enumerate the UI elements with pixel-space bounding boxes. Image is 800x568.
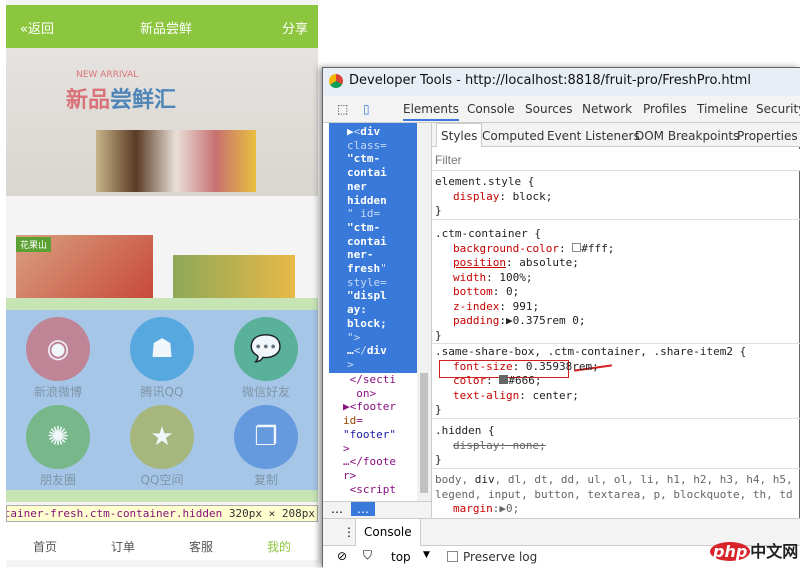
tab-home[interactable]: 首页 xyxy=(6,538,84,555)
share-moments[interactable]: ✺ 朋友圈 xyxy=(6,400,110,488)
tab-sources[interactable]: Sources xyxy=(525,102,572,116)
chrome-icon xyxy=(329,74,343,88)
breadcrumb-selected[interactable]: … xyxy=(351,502,375,516)
tab-styles[interactable]: Styles xyxy=(436,123,483,147)
highlight-margin xyxy=(6,298,318,310)
devtools-window: Developer Tools - http://localhost:8818/… xyxy=(322,67,800,568)
share-label: 新浪微博 xyxy=(33,385,82,399)
inspect-icon[interactable]: ⬚ xyxy=(337,102,348,116)
tab-network[interactable]: Network xyxy=(582,102,632,116)
share-label: 微信好友 xyxy=(241,385,290,399)
preserve-log-label: Preserve log xyxy=(463,550,538,564)
preserve-log-checkbox[interactable] xyxy=(447,551,458,562)
tab-dom-breakpoints[interactable]: DOM Breakpoints xyxy=(635,129,739,143)
share-qzone[interactable]: ★ QQ空间 xyxy=(110,400,214,488)
rule-reset[interactable]: body, div, dl, dt, dd, ul, ol, li, h1, h… xyxy=(432,473,800,517)
styles-subtabs: Styles Computed Event Listeners DOM Brea… xyxy=(432,123,800,147)
tab-elements[interactable]: Elements xyxy=(403,102,459,121)
share-wechat[interactable]: 💬 微信好友 xyxy=(214,312,318,400)
dom-tree[interactable]: ▶<div class= "ctm-contai ner hidden " id= "ctm… xyxy=(329,123,431,518)
panel-toolbar: ⬚ ▯ Elements Console Sources Network Pro… xyxy=(323,96,800,123)
tooltip-size: 320px × 208px xyxy=(228,507,315,520)
page-title: 新品尝鲜 xyxy=(140,22,193,37)
moments-icon: ✺ xyxy=(26,405,90,469)
highlight-margin xyxy=(6,490,318,502)
share-copy[interactable]: ❐ 复制 xyxy=(214,400,318,488)
rule-ctm-container[interactable]: .ctm-container { background-color: #fff;… xyxy=(432,227,800,344)
tab-properties[interactable]: Properties xyxy=(737,129,798,143)
wechat-icon: 💬 xyxy=(234,317,298,381)
bottom-tab-bar: 首页 订单 客服 我的 xyxy=(6,522,318,560)
share-label: 腾讯QQ xyxy=(140,385,184,399)
selected-node[interactable]: ▶<div class= "ctm-contai ner hidden " id= "ctm… xyxy=(329,123,417,373)
banner-image[interactable]: NEW ARRIVAL 新品尝鲜汇 xyxy=(6,48,318,196)
breadcrumb-ellipsis[interactable]: … xyxy=(323,502,351,516)
tab-security[interactable]: Security xyxy=(756,102,800,116)
tab-mine[interactable]: 我的 xyxy=(240,538,318,555)
qzone-icon: ★ xyxy=(130,405,194,469)
tooltip-selector: ntainer-fresh.ctm-container.hidden xyxy=(6,507,223,520)
drawer-tab-console[interactable]: Console xyxy=(355,519,421,546)
tab-event-listeners[interactable]: Event Listeners xyxy=(547,129,640,143)
brand-badge: 花果山 xyxy=(16,237,52,252)
dom-nodes[interactable]: </secti on> ▶<footer id= "footer" > …</foote r… xyxy=(329,373,417,496)
breadcrumb: …… xyxy=(323,501,431,518)
share-qq[interactable]: ☗ 腾讯QQ xyxy=(110,312,214,400)
dom-scrollbar[interactable] xyxy=(417,123,431,518)
weibo-icon: ◉ xyxy=(26,317,90,381)
products-image xyxy=(96,130,256,192)
tab-computed[interactable]: Computed xyxy=(482,129,544,143)
device-icon[interactable]: ▯ xyxy=(363,102,370,116)
copy-icon: ❐ xyxy=(234,405,298,469)
rule-hidden[interactable]: .hidden {display: none;} xyxy=(432,424,800,469)
watermark-logo: php 中文网 xyxy=(710,538,798,562)
tab-profiles[interactable]: Profiles xyxy=(643,102,687,116)
product-apple[interactable]: 花果山 xyxy=(16,235,153,298)
share-label: 朋友圈 xyxy=(39,473,76,487)
share-label: 复制 xyxy=(253,473,278,487)
context-select[interactable]: top xyxy=(391,550,411,564)
tab-orders[interactable]: 订单 xyxy=(84,538,162,555)
tab-console[interactable]: Console xyxy=(467,102,515,116)
chevron-down-icon[interactable]: ▼ xyxy=(423,550,430,560)
menu-icon[interactable]: ⋮ xyxy=(343,525,355,539)
styles-pane: Styles Computed Event Listeners DOM Brea… xyxy=(431,123,800,518)
banner-en: NEW ARRIVAL xyxy=(76,70,139,80)
clear-console-icon[interactable]: ⊘ xyxy=(337,549,347,563)
styles-filter-input[interactable] xyxy=(432,149,800,171)
rule-element-style[interactable]: element.style {display: block;} xyxy=(432,175,800,220)
element-tooltip: ntainer-fresh.ctm-container.hidden 320px… xyxy=(6,505,318,522)
qq-icon: ☗ xyxy=(130,317,194,381)
tab-timeline[interactable]: Timeline xyxy=(697,102,748,116)
rule-share-box[interactable]: .same-share-box, .ctm-container, .share-… xyxy=(432,345,800,419)
share-label: QQ空间 xyxy=(140,473,184,487)
share-button[interactable]: 分享 xyxy=(282,18,308,37)
share-panel: ◉ 新浪微博 ☗ 腾讯QQ 💬 微信好友 ✺ 朋友圈 ★ QQ空间 ❐ 复制 xyxy=(6,310,318,490)
header: «返回 新品尝鲜 分享 xyxy=(6,5,318,48)
window-title: Developer Tools - http://localhost:8818/… xyxy=(323,68,800,96)
share-weibo[interactable]: ◉ 新浪微博 xyxy=(6,312,110,400)
product-mango[interactable] xyxy=(173,255,295,298)
tab-service[interactable]: 客服 xyxy=(162,538,240,555)
back-button[interactable]: «返回 xyxy=(20,18,54,37)
banner-title: 新品尝鲜汇 xyxy=(66,88,177,113)
filter-icon[interactable]: ⛉ xyxy=(363,548,372,563)
